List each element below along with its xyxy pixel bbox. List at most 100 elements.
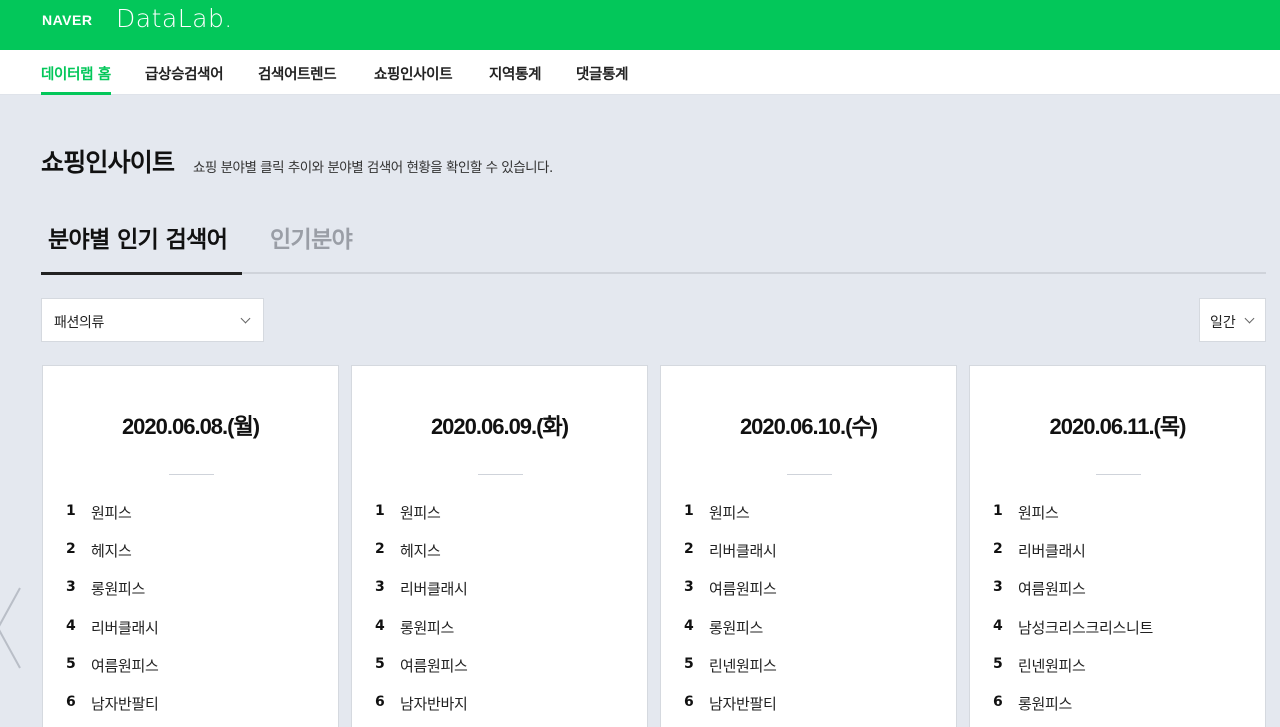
rank-number: 3	[993, 579, 1003, 596]
rank-number: 4	[993, 617, 1003, 634]
rank-number: 3	[375, 579, 385, 596]
list-item[interactable]: 4 롱원피스	[661, 615, 956, 653]
rank-keyword[interactable]: 롱원피스	[709, 617, 763, 638]
list-item[interactable]: 2 리버클래시	[661, 538, 956, 576]
page-title: 쇼핑인사이트	[41, 148, 175, 177]
rank-number: 2	[375, 541, 385, 558]
rank-keyword[interactable]: 남자반팔티	[91, 693, 159, 714]
rank-keyword[interactable]: 리버클래시	[709, 540, 777, 561]
ranking-card: 2020.06.09.(화) 1 원피스 2 헤지스 3 리버클래시 4 롱원피스 5여…	[351, 365, 648, 727]
rank-number: 4	[684, 617, 694, 634]
rank-keyword[interactable]: 원피스	[91, 502, 132, 523]
nav-item-trending-keywords[interactable]: 급상승검색어	[145, 63, 224, 84]
rank-keyword[interactable]: 여름원피스	[91, 655, 159, 676]
rank-number: 1	[66, 503, 76, 519]
list-item[interactable]: 1 원피스	[661, 500, 956, 538]
list-item[interactable]: 4 남성크리스크리스니트	[970, 615, 1265, 653]
ranking-card: 2020.06.10.(수) 1 원피스 2 리버클래시 3 여름원피스 4 롱원피스 …	[660, 365, 957, 727]
rank-keyword[interactable]: 롱원피스	[400, 617, 454, 638]
rank-keyword[interactable]: 헤지스	[91, 540, 132, 561]
rank-keyword[interactable]: 롱원피스	[1018, 693, 1072, 714]
list-item[interactable]: 5 여름원피스	[43, 653, 338, 691]
list-item[interactable]: 6 남자반팔티	[43, 691, 338, 727]
rank-number: 2	[993, 541, 1003, 558]
card-divider	[787, 474, 832, 475]
category-select-value: 패션의류	[54, 315, 104, 331]
ranking-card: 2020.06.08.(월) 1 원피스 2 헤지스 3 롱원피스 4 리버클래시 5여…	[42, 365, 339, 727]
rank-keyword[interactable]: 리버클래시	[400, 578, 468, 599]
rank-keyword[interactable]: 원피스	[1018, 502, 1059, 523]
ranking-card: 2020.06.11.(목) 1 원피스 2 리버클래시 3 여름원피스 4 남성크리스…	[969, 365, 1266, 727]
rank-keyword[interactable]: 린넨원피스	[1018, 655, 1086, 676]
rank-keyword[interactable]: 여름원피스	[1018, 578, 1086, 599]
tab-popular-categories[interactable]: 인기분야	[270, 220, 353, 254]
rank-keyword[interactable]: 여름원피스	[400, 655, 468, 676]
card-date: 2020.06.11.(목)	[1049, 414, 1187, 439]
list-item[interactable]: 6 남자반팔티	[661, 691, 956, 727]
rank-keyword[interactable]: 리버클래시	[91, 617, 159, 638]
list-item[interactable]: 3 여름원피스	[970, 576, 1265, 614]
list-item[interactable]: 1 원피스	[970, 500, 1265, 538]
ranking-list: 1 원피스 2 헤지스 3 롱원피스 4 리버클래시 5 여름원피스 6 남자반팔티	[43, 500, 338, 727]
rank-number: 3	[66, 579, 76, 596]
list-item[interactable]: 1 원피스	[352, 500, 647, 538]
chevron-down-icon	[1244, 313, 1255, 324]
chevron-left-icon[interactable]	[0, 586, 22, 670]
card-date: 2020.06.09.(화)	[430, 414, 569, 439]
nav-active-indicator	[41, 92, 111, 95]
list-item[interactable]: 2 리버클래시	[970, 538, 1265, 576]
list-item[interactable]: 4 리버클래시	[43, 615, 338, 653]
rank-keyword[interactable]: 남자반팔티	[709, 693, 777, 714]
card-date: 2020.06.08.(월)	[121, 414, 260, 439]
rank-number: 5	[684, 655, 694, 672]
period-select-value: 일간	[1210, 315, 1236, 331]
list-item[interactable]: 1 원피스	[43, 500, 338, 538]
rank-number: 1	[684, 503, 694, 519]
rank-number: 2	[66, 541, 76, 558]
ranking-list: 1 원피스 2 헤지스 3 리버클래시 4 롱원피스 5 여름원피스 6 남자반바지	[352, 500, 647, 727]
category-select[interactable]: 패션의류	[41, 298, 264, 342]
nav-item-datalab-home[interactable]: 데이터랩 홈	[41, 63, 111, 84]
nav-item-comment-stats[interactable]: 댓글통계	[576, 63, 628, 84]
period-select[interactable]: 일간	[1199, 298, 1266, 342]
card-divider	[1096, 474, 1141, 475]
list-item[interactable]: 2 헤지스	[352, 538, 647, 576]
list-item[interactable]: 6 남자반바지	[352, 691, 647, 727]
card-date: 2020.06.10.(수)	[739, 414, 878, 439]
card-divider	[478, 474, 523, 475]
list-item[interactable]: 6 롱원피스	[970, 691, 1265, 727]
rank-keyword[interactable]: 원피스	[709, 502, 750, 523]
datalab-logo[interactable]: DataLab.	[116, 4, 233, 33]
nav-item-shopping-insight[interactable]: 쇼핑인사이트	[374, 63, 453, 84]
naver-logo[interactable]: NAVER	[42, 12, 92, 28]
nav-item-search-trend[interactable]: 검색어트렌드	[258, 63, 337, 84]
list-item[interactable]: 3 리버클래시	[352, 576, 647, 614]
rank-keyword[interactable]: 리버클래시	[1018, 540, 1086, 561]
list-item[interactable]: 5 린넨원피스	[970, 653, 1265, 691]
page-description: 쇼핑 분야별 클릭 추이와 분야별 검색어 현황을 확인할 수 있습니다.	[193, 160, 553, 176]
rank-keyword[interactable]: 원피스	[400, 502, 441, 523]
rank-number: 6	[66, 693, 76, 710]
rank-number: 1	[993, 503, 1003, 519]
rank-keyword[interactable]: 남자반바지	[400, 693, 468, 714]
rank-keyword[interactable]: 여름원피스	[709, 578, 777, 599]
rank-number: 6	[684, 693, 694, 710]
list-item[interactable]: 5 여름원피스	[352, 653, 647, 691]
rank-number: 5	[66, 655, 76, 672]
list-item[interactable]: 3 여름원피스	[661, 576, 956, 614]
rank-number: 3	[684, 579, 694, 596]
rank-keyword[interactable]: 롱원피스	[91, 578, 145, 599]
chevron-down-icon	[240, 313, 251, 324]
ranking-list: 1 원피스 2 리버클래시 3 여름원피스 4 롱원피스 5 린넨원피스 6 남자반팔티	[661, 500, 956, 727]
top-bar: NAVER DataLab.	[0, 0, 1280, 50]
tab-category-keywords[interactable]: 분야별 인기 검색어	[48, 220, 228, 254]
nav-item-regional-stats[interactable]: 지역통계	[489, 63, 541, 84]
list-item[interactable]: 4 롱원피스	[352, 615, 647, 653]
list-item[interactable]: 3 롱원피스	[43, 576, 338, 614]
list-item[interactable]: 2 헤지스	[43, 538, 338, 576]
list-item[interactable]: 5 린넨원피스	[661, 653, 956, 691]
rank-keyword[interactable]: 헤지스	[400, 540, 441, 561]
rank-keyword[interactable]: 남성크리스크리스니트	[1018, 617, 1153, 638]
tab-active-indicator	[41, 272, 242, 275]
rank-keyword[interactable]: 린넨원피스	[709, 655, 777, 676]
